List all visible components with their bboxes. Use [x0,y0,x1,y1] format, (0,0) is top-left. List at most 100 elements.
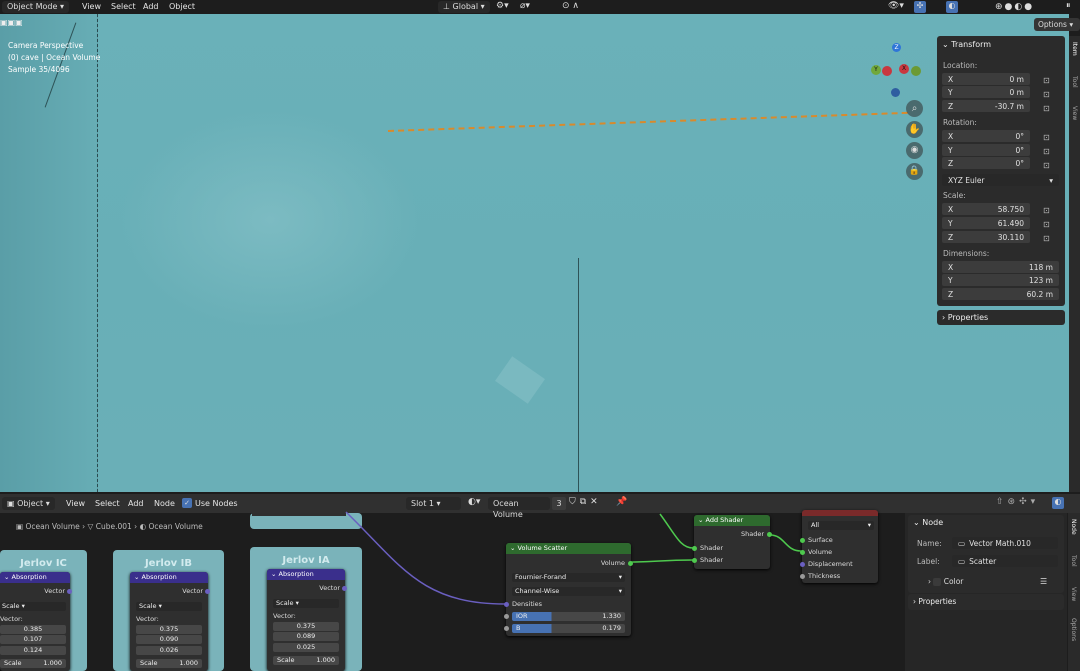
output-socket[interactable] [205,589,210,594]
node-overlay-icon[interactable]: ◐ [1052,497,1064,509]
node-header-right-icons[interactable]: ⇧⊛✣▾ [996,497,1039,507]
output-volume-socket[interactable] [628,561,633,566]
menu-view[interactable]: View [82,2,101,11]
mode-dropdown[interactable]: Object Mode ▾ [2,1,69,13]
sidebar-toggle-icon[interactable]: ⏸ [1066,1,1071,11]
gizmo-y-icon[interactable]: Y [871,65,881,75]
shading-modes-icon[interactable]: ⊕●◐● [995,2,1034,12]
location-y-field[interactable]: Y0 m [942,86,1030,98]
visibility-icon[interactable]: 👁▾ [888,1,904,11]
tab-view[interactable]: View [1070,587,1077,601]
target-dropdown[interactable]: All ▾ [808,521,874,530]
orientation-dropdown[interactable]: ⊥ Global ▾ [438,1,490,13]
location-z-field[interactable]: Z -30.7 m [942,100,1030,112]
menu-select[interactable]: Select [111,2,136,11]
vector-z-field[interactable]: 0.025 [273,643,339,652]
node-header[interactable]: ⌄ Absorption [267,569,345,580]
input-shader-2-socket[interactable] [692,558,697,563]
color-menu-icon[interactable]: ☰ [1040,577,1047,586]
selection-mode-icons[interactable]: ▣▣▣ [0,18,23,27]
node-header[interactable]: ⌄ Volume Scatter [506,543,631,554]
pivot-icon[interactable]: ⚙▾ [496,1,509,11]
options-dropdown[interactable]: Options ▾ [1034,18,1080,31]
b-socket[interactable] [504,626,509,631]
thickness-socket[interactable] [800,574,805,579]
tab-tool[interactable]: Tool [1070,555,1077,567]
overlay-toggle-icon[interactable]: ◐ [946,1,958,13]
rotation-x-field[interactable]: X 0° [942,130,1030,142]
tab-options[interactable]: Options [1070,618,1077,641]
surface-socket[interactable] [800,538,805,543]
vector-x-field[interactable]: 0.385 [0,625,66,634]
gizmo-z-icon[interactable]: Z [892,43,901,52]
phase-dropdown[interactable]: Fournier-Forand ▾ [512,573,625,582]
node-header[interactable]: ⌄ Absorption [130,572,208,583]
material-output-node[interactable]: All ▾ Surface Volume Displacement Thickne… [800,510,878,583]
input-shader-1-socket[interactable] [692,546,697,551]
output-socket[interactable] [67,589,72,594]
output-shader-socket[interactable] [767,532,772,537]
absorption-node-ic[interactable]: ⌄ Absorption Vector Scale ▾ Vector: 0.38… [0,572,72,671]
absorption-node-ia[interactable]: ⌄ Absorption Vector Scale ▾ Vector: 0.37… [267,569,347,671]
pan-hand-icon[interactable]: ✋ [906,121,923,138]
rotation-z-field[interactable]: Z 0° [942,157,1030,169]
tab-node[interactable]: Node [1070,519,1077,535]
mode-dropdown[interactable]: Scale ▾ [0,602,66,611]
menu-object[interactable]: Object [169,2,195,11]
absorption-node-ib[interactable]: ⌄ Absorption Vector Scale ▾ Vector: 0.37… [130,572,210,671]
volume-scatter-node[interactable]: ⌄ Volume Scatter Volume Fournier-Forand ▾… [504,543,633,636]
gizmo-neg-z-icon[interactable] [891,88,900,97]
node-properties-subpanel[interactable]: › Properties [908,594,1064,610]
vector-z-field[interactable]: 0.124 [0,646,66,655]
camera-view-icon[interactable]: ◉ [906,142,923,159]
rotation-mode-dropdown[interactable]: XYZ Euler ▾ [942,174,1059,186]
gizmo-neg-x-icon[interactable] [882,66,892,76]
dimension-x-field[interactable]: X 118 m [942,261,1059,273]
gizmo-toggle-icon[interactable]: ✣ [914,1,926,13]
location-x-field[interactable]: X0 m [942,73,1030,85]
ior-socket[interactable] [504,614,509,619]
node-header[interactable] [802,510,878,516]
add-shader-node[interactable]: ⌄ Add Shader Shader Shader Shader [692,515,772,569]
lock-camera-icon[interactable]: 🔒 [906,163,923,180]
ior-field[interactable]: IOR 1.330 [512,612,625,621]
menu-add[interactable]: Add [143,2,159,11]
scale-z-field[interactable]: Z 30.110 [942,231,1030,243]
vector-x-field[interactable]: 0.375 [273,622,339,631]
proportional-icon[interactable]: ⊙ ∧ [562,1,579,11]
tab-view[interactable]: View [1071,106,1078,120]
node-header[interactable]: ⌄ Add Shader [694,515,770,526]
rotation-y-field[interactable]: Y 0° [942,144,1030,156]
scale-x-field[interactable]: X 58.750 [942,203,1030,215]
mode-dropdown[interactable]: Scale ▾ [273,599,339,608]
scale-field[interactable]: Scale 1.000 [136,659,202,668]
tab-tool[interactable]: Tool [1071,76,1078,88]
zoom-icon[interactable]: ⌕ [906,100,923,117]
densities-socket[interactable] [504,602,509,607]
node-label-field[interactable]: ▭ Scatter [952,555,1058,567]
vector-y-field[interactable]: 0.107 [0,635,66,644]
node-header[interactable]: ⌄ Absorption [0,572,70,583]
displacement-socket[interactable] [800,562,805,567]
gizmo-x-icon[interactable]: X [899,64,909,74]
scale-field[interactable]: Scale 1.000 [273,656,339,665]
transform-header[interactable]: ⌄ Transform [942,40,991,49]
vector-y-field[interactable]: 0.090 [136,635,202,644]
vector-x-field[interactable]: 0.375 [136,625,202,634]
color-toggle[interactable]: › Color [928,577,963,586]
output-socket[interactable] [342,586,347,591]
vector-y-field[interactable]: 0.089 [273,632,339,641]
gizmo-neg-y-icon[interactable] [911,66,921,76]
mode-dropdown[interactable]: Scale ▾ [136,602,202,611]
rotation-lock-icons[interactable]: ⊡ ⊡ ⊡ [1043,131,1050,173]
channel-mode-dropdown[interactable]: Channel-Wise ▾ [512,587,625,596]
location-lock-icons[interactable]: ⊡ ⊡ ⊡ [1043,74,1050,116]
dimension-z-field[interactable]: Z 60.2 m [942,288,1059,300]
tab-item[interactable]: Item [1071,42,1078,56]
scale-y-field[interactable]: Y 61.490 [942,217,1030,229]
scale-lock-icons[interactable]: ⊡ ⊡ ⊡ [1043,204,1050,246]
vector-z-field[interactable]: 0.026 [136,646,202,655]
snap-icon[interactable]: ⌀▾ [520,1,530,11]
navigation-gizmo[interactable]: Z Y X [866,40,926,100]
b-field[interactable]: B 0.179 [512,624,625,633]
